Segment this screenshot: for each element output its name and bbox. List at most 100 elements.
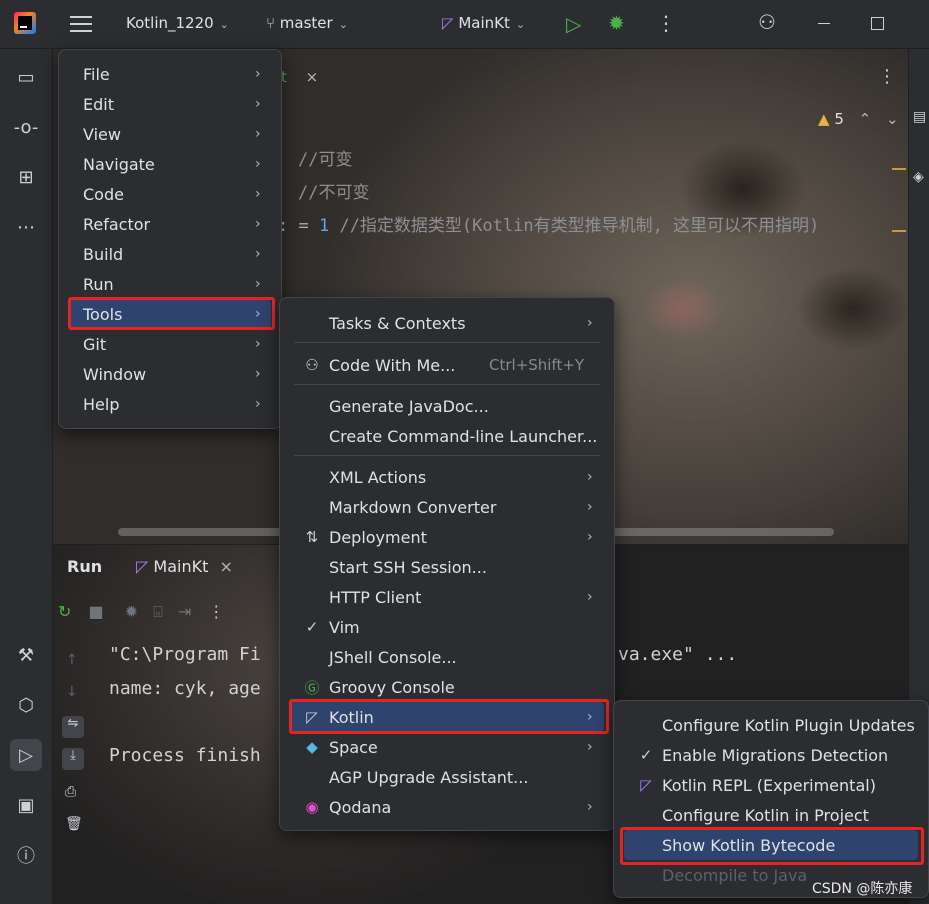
branch-name: master bbox=[279, 14, 333, 32]
menu-item-refactor[interactable]: Refactor › bbox=[59, 209, 281, 239]
terminal-icon[interactable]: ▣ bbox=[10, 789, 42, 821]
menu-item-generate-javadoc[interactable]: Generate JavaDoc... bbox=[280, 391, 614, 421]
console-line: "C:\Program Fi bbox=[109, 644, 261, 665]
run-config-selector[interactable]: ◸ MainKt ⌄ bbox=[442, 14, 525, 32]
menu-item-vim[interactable]: ✓ Vim bbox=[280, 612, 614, 642]
menu-item-view[interactable]: View › bbox=[59, 119, 281, 149]
branch-selector[interactable]: ⑂ master ⌄ bbox=[266, 14, 348, 32]
chevron-down-icon: ⌄ bbox=[338, 18, 348, 31]
menu-item-configure-plugin-updates[interactable]: Configure Kotlin Plugin Updates bbox=[614, 710, 928, 740]
watermark: CSDN @陈亦康 bbox=[812, 881, 913, 897]
menu-item-window[interactable]: Window › bbox=[59, 359, 281, 389]
menu-item-agp-upgrade[interactable]: AGP Upgrade Assistant... bbox=[280, 762, 614, 792]
add-user-icon[interactable]: ⚇ bbox=[758, 10, 776, 34]
menu-item-tasks-contexts[interactable]: Tasks & Contexts › bbox=[280, 308, 614, 338]
scroll-to-end-icon[interactable]: ⤓ bbox=[62, 748, 84, 770]
menu-item-label: Run bbox=[83, 274, 114, 294]
deployment-arrows-icon: ⇅ bbox=[305, 528, 319, 546]
run-tab[interactable]: ◸ MainKt × bbox=[136, 557, 233, 576]
stop-icon[interactable]: ■ bbox=[89, 602, 104, 621]
menu-item-markdown-converter[interactable]: Markdown Converter › bbox=[280, 492, 614, 522]
close-tab-icon[interactable]: × bbox=[219, 557, 232, 576]
menu-item-qodana[interactable]: ◉ Qodana › bbox=[280, 792, 614, 822]
soft-wrap-icon[interactable]: ⇋ bbox=[62, 716, 84, 738]
close-tab-icon[interactable]: × bbox=[306, 68, 319, 86]
menu-item-code-with-me[interactable]: ⚇ Code With Me... Ctrl+Shift+Y bbox=[280, 350, 614, 380]
menu-item-build[interactable]: Build › bbox=[59, 239, 281, 269]
tools-submenu: Tasks & Contexts › ⚇ Code With Me... Ctrl+S… bbox=[279, 297, 615, 831]
more-tools-icon[interactable]: ⋯ bbox=[10, 211, 42, 243]
chevron-right-icon: › bbox=[255, 276, 261, 292]
camera-icon[interactable]: ⌻ bbox=[153, 602, 163, 621]
menu-item-groovy-console[interactable]: Ⓖ Groovy Console bbox=[280, 672, 614, 702]
run-panel-title: Run bbox=[67, 557, 103, 576]
menu-item-navigate[interactable]: Navigate › bbox=[59, 149, 281, 179]
more-icon[interactable]: ⋮ bbox=[208, 602, 224, 621]
highlight-box bbox=[289, 699, 609, 734]
intellij-logo-icon[interactable] bbox=[14, 12, 36, 34]
run-toolbar: ↻ ■ ✹ ⌻ ⇥ ⋮ bbox=[58, 602, 224, 622]
menu-item-xml-actions[interactable]: XML Actions › bbox=[280, 462, 614, 492]
more-actions-icon[interactable]: ⋮ bbox=[656, 11, 676, 35]
menu-item-label: HTTP Client bbox=[329, 587, 422, 607]
rerun-icon[interactable]: ↻ bbox=[58, 602, 71, 621]
menu-item-code[interactable]: Code › bbox=[59, 179, 281, 209]
structure-icon[interactable]: ⊞ bbox=[10, 161, 42, 193]
left-tool-strip: ▭ -o- ⊞ ⋯ ⚒ ⬡ ▷ ▣ ⓘ bbox=[0, 49, 53, 904]
menu-item-git[interactable]: Git › bbox=[59, 329, 281, 359]
menu-item-enable-migrations[interactable]: ✓ Enable Migrations Detection bbox=[614, 740, 928, 770]
trash-icon[interactable]: 🗑 bbox=[65, 816, 83, 832]
menu-item-label: File bbox=[83, 64, 110, 84]
project-name: Kotlin_1220 bbox=[126, 14, 214, 32]
chevron-right-icon: › bbox=[255, 246, 261, 262]
checkmark-icon: ✓ bbox=[305, 618, 319, 636]
code-number: 1 bbox=[318, 216, 330, 236]
kotlin-file-icon: ◸ bbox=[442, 14, 454, 32]
chevron-up-icon[interactable]: ⌃ bbox=[859, 110, 872, 128]
debug-icon[interactable]: ✹ bbox=[125, 602, 138, 621]
gutter-marker bbox=[892, 230, 906, 232]
menu-item-kotlin-repl[interactable]: ◸ Kotlin REPL (Experimental) bbox=[614, 770, 928, 800]
chevron-right-icon: › bbox=[255, 366, 261, 382]
run-tool-icon[interactable]: ▷ bbox=[10, 739, 42, 771]
editor-tab[interactable]: t × bbox=[281, 68, 318, 86]
project-folder-icon[interactable]: ▭ bbox=[10, 61, 42, 93]
chevron-right-icon: › bbox=[255, 126, 261, 142]
print-icon[interactable]: ⎙ bbox=[65, 784, 76, 800]
exit-icon[interactable]: ⇥ bbox=[178, 602, 191, 621]
notifications-icon[interactable]: ▤ bbox=[913, 109, 926, 125]
debug-button-icon[interactable]: ✹ bbox=[608, 11, 625, 35]
menu-item-deployment[interactable]: ⇅ Deployment › bbox=[280, 522, 614, 552]
scroll-up-icon[interactable]: ↑ bbox=[66, 652, 78, 668]
kotlin-icon: ◸ bbox=[640, 776, 652, 794]
menu-item-help[interactable]: Help › bbox=[59, 389, 281, 419]
menu-item-configure-kotlin[interactable]: Configure Kotlin in Project bbox=[614, 800, 928, 830]
menu-item-jshell[interactable]: JShell Console... bbox=[280, 642, 614, 672]
scroll-down-icon[interactable]: ↓ bbox=[66, 684, 78, 700]
ai-assistant-icon[interactable]: ◈ bbox=[913, 169, 924, 185]
main-menu-popup: File › Edit › View › Navigate › Code › Refact… bbox=[58, 49, 282, 429]
menu-item-run[interactable]: Run › bbox=[59, 269, 281, 299]
menu-item-create-launcher[interactable]: Create Command-line Launcher... bbox=[280, 421, 614, 451]
menu-item-label: Deployment bbox=[329, 527, 427, 547]
build-hammer-icon[interactable]: ⚒ bbox=[10, 639, 42, 671]
inspection-widget[interactable]: ▲ 5 ⌃ ⌄ bbox=[818, 110, 899, 128]
services-icon[interactable]: ⬡ bbox=[10, 689, 42, 721]
commit-icon[interactable]: -o- bbox=[10, 111, 42, 143]
chevron-down-icon[interactable]: ⌄ bbox=[886, 110, 899, 128]
hamburger-menu-icon[interactable] bbox=[70, 14, 92, 32]
menu-separator bbox=[294, 455, 600, 456]
menu-item-file[interactable]: File › bbox=[59, 59, 281, 89]
code-line-comment: //指定数据类型(Kotlin有类型推导机制, 这里可以不用指明) bbox=[339, 216, 820, 236]
run-button-icon[interactable]: ▷ bbox=[566, 12, 581, 36]
menu-item-start-ssh[interactable]: Start SSH Session... bbox=[280, 552, 614, 582]
editor-options-icon[interactable]: ⋮ bbox=[878, 66, 896, 87]
minimize-icon[interactable] bbox=[818, 23, 830, 24]
maximize-icon[interactable] bbox=[871, 17, 884, 30]
problems-icon[interactable]: ⓘ bbox=[10, 839, 42, 871]
menu-item-http-client[interactable]: HTTP Client › bbox=[280, 582, 614, 612]
checkmark-icon: ✓ bbox=[639, 746, 653, 764]
menu-item-space[interactable]: ◆ Space › bbox=[280, 732, 614, 762]
menu-item-edit[interactable]: Edit › bbox=[59, 89, 281, 119]
project-selector[interactable]: Kotlin_1220 ⌄ bbox=[126, 14, 229, 32]
